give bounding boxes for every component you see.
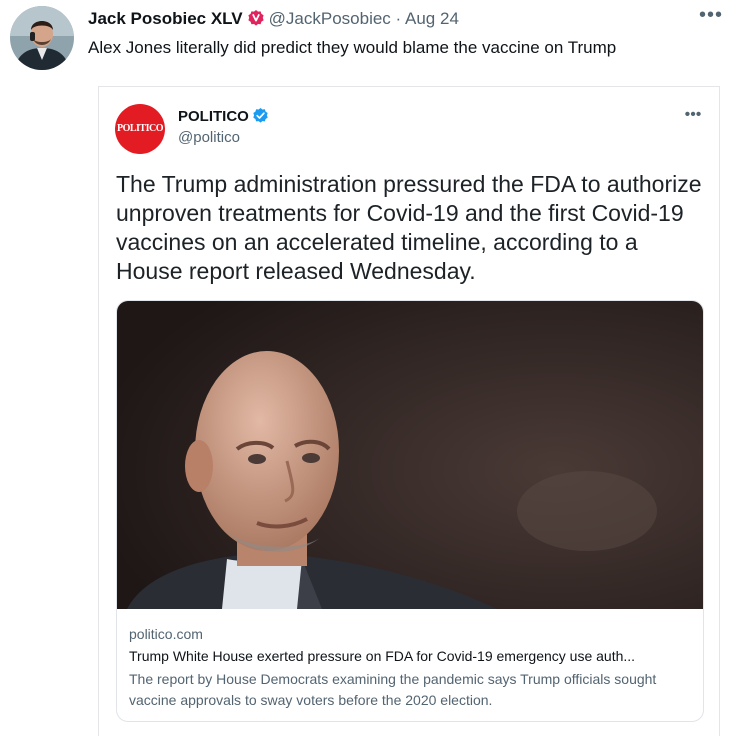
ellipsis-icon[interactable]: ••• <box>696 5 726 28</box>
tweet-date[interactable]: Aug 24 <box>405 9 459 28</box>
politico-avatar[interactable]: POLITICO <box>115 104 165 154</box>
author-handle[interactable]: @JackPosobiec <box>269 9 391 28</box>
author-avatar[interactable] <box>10 6 74 70</box>
card-description: The report by House Democrats examining … <box>129 671 657 708</box>
quoted-tweet-text: The Trump administration pressured the F… <box>116 171 702 284</box>
tweet-header: Jack Posobiec XLV @JackPosobiec · Aug 24 <box>88 8 459 33</box>
quoted-author-row: POLITICO <box>178 107 269 130</box>
quoted-author-handle[interactable]: @politico <box>178 128 240 148</box>
quoted-ellipsis-icon[interactable]: ••• <box>680 107 706 126</box>
card-domain: politico.com <box>129 626 203 642</box>
quoted-author-name[interactable]: POLITICO <box>178 108 249 125</box>
author-name[interactable]: Jack Posobiec XLV <box>88 9 243 28</box>
link-card[interactable]: politico.com Trump White House exerted p… <box>116 300 704 722</box>
verified-check-icon <box>252 107 269 130</box>
politico-avatar-text: POLITICO <box>116 123 164 134</box>
verified-badge-icon <box>247 9 265 33</box>
tweet-text: Alex Jones literally did predict they wo… <box>88 38 617 57</box>
header-separator: · <box>395 9 402 28</box>
card-title[interactable]: Trump White House exerted pressure on FD… <box>129 647 693 665</box>
card-photo <box>117 301 703 609</box>
